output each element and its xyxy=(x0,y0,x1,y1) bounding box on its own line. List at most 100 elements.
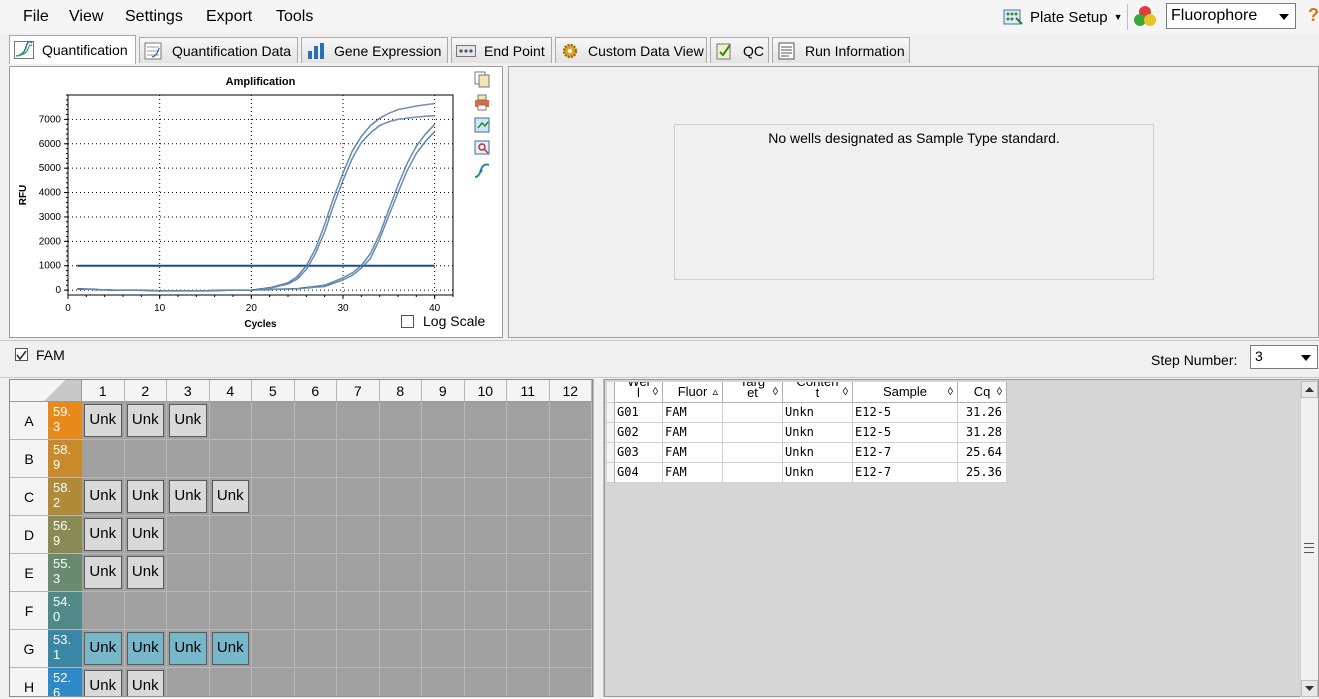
plate-cell[interactable] xyxy=(337,440,380,478)
plate-well[interactable]: Unk xyxy=(211,632,249,665)
scroll-thumb-grip[interactable] xyxy=(1304,543,1314,553)
sort-icon[interactable]: ◊ xyxy=(843,382,848,402)
plate-row-header[interactable]: A xyxy=(10,402,48,440)
plate-cell[interactable] xyxy=(209,554,252,592)
plate-cell[interactable]: Unk xyxy=(82,516,125,554)
plate-cell[interactable] xyxy=(379,516,422,554)
plate-cell[interactable] xyxy=(507,478,550,516)
plate-row-header[interactable]: H xyxy=(10,668,48,696)
plate-cell[interactable] xyxy=(549,592,592,630)
plate-cell[interactable] xyxy=(294,402,337,440)
plate-cell[interactable] xyxy=(294,630,337,668)
plate-cell[interactable] xyxy=(507,516,550,554)
plate-cell[interactable] xyxy=(507,402,550,440)
menu-view[interactable]: View xyxy=(69,8,103,26)
sort-icon[interactable]: ◊ xyxy=(948,382,953,402)
table-vertical-scrollbar[interactable] xyxy=(1300,381,1318,697)
plate-cell[interactable] xyxy=(252,630,295,668)
plate-cell[interactable] xyxy=(422,516,465,554)
plate-cell[interactable] xyxy=(252,668,295,696)
table-column-header[interactable]: Fluor ▵ xyxy=(663,382,723,403)
plate-cell[interactable] xyxy=(209,440,252,478)
plate-well[interactable]: Unk xyxy=(126,556,164,589)
plate-cell[interactable] xyxy=(337,668,380,696)
table-cell[interactable]: 25.36 xyxy=(958,463,1007,483)
export-image-icon[interactable] xyxy=(473,116,491,134)
amplification-chart[interactable]: 0 10 20 30 4001000200030004000500060007000Am… xyxy=(10,67,502,337)
plate-cell[interactable] xyxy=(464,478,507,516)
plate-cell[interactable]: Unk xyxy=(124,402,167,440)
plate-cell[interactable] xyxy=(294,592,337,630)
tab-qc[interactable]: QC xyxy=(710,37,769,63)
plate-cell[interactable] xyxy=(337,630,380,668)
plate-cell[interactable] xyxy=(422,402,465,440)
sort-icon[interactable]: ▵ xyxy=(712,382,718,402)
table-cell[interactable] xyxy=(723,423,783,443)
table-column-header[interactable]: Sample ◊ xyxy=(853,382,958,403)
plate-well[interactable]: Unk xyxy=(169,404,207,437)
plate-cell[interactable] xyxy=(252,478,295,516)
table-cell[interactable] xyxy=(723,443,783,463)
plate-cell[interactable] xyxy=(294,668,337,696)
plate-cell[interactable] xyxy=(549,516,592,554)
plate-cell[interactable] xyxy=(464,630,507,668)
plate-cell[interactable] xyxy=(252,516,295,554)
table-row-indicator[interactable] xyxy=(607,403,615,423)
plate-cell[interactable] xyxy=(422,440,465,478)
plate-cell[interactable] xyxy=(422,592,465,630)
plate-cell[interactable] xyxy=(124,440,167,478)
table-row-indicator[interactable] xyxy=(607,423,615,443)
plate-cell[interactable]: Unk xyxy=(209,630,252,668)
plate-cell[interactable] xyxy=(167,440,210,478)
plate-column-header[interactable]: 8 xyxy=(379,380,422,402)
table-cell[interactable]: FAM xyxy=(663,423,723,443)
plate-well[interactable]: Unk xyxy=(126,404,164,437)
plate-cell[interactable] xyxy=(337,516,380,554)
plate-cell[interactable] xyxy=(294,554,337,592)
plate-cell[interactable] xyxy=(379,440,422,478)
table-cell[interactable]: Unkn xyxy=(783,423,853,443)
scroll-up-button[interactable] xyxy=(1301,381,1318,398)
curve-settings-icon[interactable] xyxy=(473,162,491,180)
plate-cell[interactable] xyxy=(82,592,125,630)
plate-well[interactable]: Unk xyxy=(84,404,122,437)
plate-cell[interactable] xyxy=(252,592,295,630)
plate-row-header[interactable]: G xyxy=(10,630,48,668)
plate-cell[interactable]: Unk xyxy=(124,516,167,554)
fluorophore-select[interactable]: Fluorophore xyxy=(1166,3,1296,29)
plate-cell[interactable] xyxy=(379,668,422,696)
table-cell[interactable]: E12-7 xyxy=(853,463,958,483)
plate-cell[interactable] xyxy=(252,402,295,440)
menu-settings[interactable]: Settings xyxy=(125,8,183,26)
table-cell[interactable]: 31.26 xyxy=(958,403,1007,423)
plate-row-header[interactable]: F xyxy=(10,592,48,630)
table-cell[interactable]: G02 xyxy=(615,423,663,443)
plate-cell[interactable]: Unk xyxy=(124,478,167,516)
plate-well[interactable]: Unk xyxy=(84,670,122,696)
table-cell[interactable] xyxy=(723,403,783,423)
plate-well[interactable]: Unk xyxy=(169,480,207,513)
table-cell[interactable] xyxy=(723,463,783,483)
plate-cell[interactable] xyxy=(209,592,252,630)
table-cell[interactable]: E12-5 xyxy=(853,423,958,443)
plate-column-header[interactable]: 4 xyxy=(209,380,252,402)
plate-cell[interactable] xyxy=(422,630,465,668)
plate-cell[interactable]: Unk xyxy=(124,630,167,668)
plate-column-header[interactable]: 9 xyxy=(422,380,465,402)
plate-column-header[interactable]: 12 xyxy=(549,380,592,402)
plate-well[interactable]: Unk xyxy=(169,632,207,665)
plate-cell[interactable]: Unk xyxy=(82,402,125,440)
help-icon[interactable]: ? xyxy=(1308,5,1319,26)
zoom-chart-icon[interactable] xyxy=(473,139,491,157)
plate-column-header[interactable]: 10 xyxy=(464,380,507,402)
fam-checkbox[interactable] xyxy=(15,348,28,361)
table-cell[interactable]: G04 xyxy=(615,463,663,483)
plate-cell[interactable]: Unk xyxy=(167,402,210,440)
plate-cell[interactable] xyxy=(337,402,380,440)
table-column-header[interactable]: Conten t◊ xyxy=(783,382,853,403)
table-column-header[interactable]: Cq ◊ xyxy=(958,382,1007,403)
plate-row-header[interactable]: C xyxy=(10,478,48,516)
plate-well[interactable]: Unk xyxy=(126,518,164,551)
plate-cell[interactable] xyxy=(507,592,550,630)
plate-cell[interactable]: Unk xyxy=(82,630,125,668)
